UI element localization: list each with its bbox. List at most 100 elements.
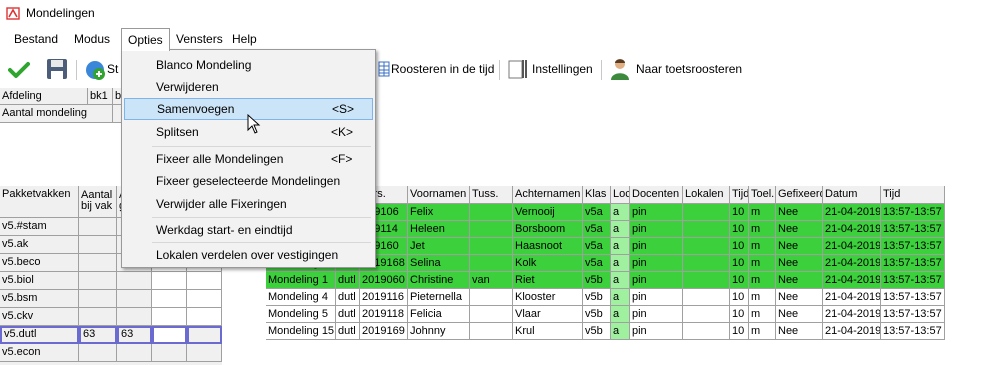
table-cell-datum[interactable]: 21-04-2019 <box>823 204 881 221</box>
table-cell-name[interactable]: Mondeling 4 <box>266 289 336 306</box>
table-cell-tijd[interactable]: 10 <box>730 306 749 323</box>
table-cell-doc[interactable]: pin <box>630 289 683 306</box>
table-cell-doc[interactable]: pin <box>630 272 683 289</box>
menu-opties[interactable]: Opties <box>121 28 170 51</box>
column-header[interactable]: Tijd <box>730 186 749 204</box>
table-cell-tijd[interactable]: 10 <box>730 323 749 340</box>
pakketvak-value-cell[interactable] <box>117 272 152 290</box>
pakketvak-value-cell[interactable] <box>79 254 117 272</box>
table-cell-toel[interactable]: m <box>749 272 776 289</box>
pakketvak-cell[interactable]: v5.bsm <box>0 290 79 308</box>
table-cell-lok[interactable] <box>683 289 730 306</box>
table-cell-lok[interactable] <box>683 272 730 289</box>
save-icon[interactable] <box>46 58 68 80</box>
table-cell-tijd2[interactable]: 13:57-13:57 <box>881 272 945 289</box>
pakketvak-cell[interactable]: v5.ak <box>0 236 79 254</box>
menu-werkdag[interactable]: Werkdag start- en eindtijd <box>124 219 373 241</box>
table-cell-lnr[interactable]: 2019060 <box>360 272 408 289</box>
table-cell-lnr[interactable]: 2019118 <box>360 306 408 323</box>
table-cell-tijd2[interactable]: 13:57-13:57 <box>881 255 945 272</box>
table-cell-fix[interactable]: Nee <box>776 221 823 238</box>
table-cell-loc[interactable]: a <box>611 289 630 306</box>
table-cell-loc[interactable]: a <box>611 204 630 221</box>
column-header[interactable]: Achternamen <box>513 186 583 204</box>
table-cell-datum[interactable]: 21-04-2019 <box>823 272 881 289</box>
pakketvak-value-cell[interactable] <box>152 308 187 326</box>
table-cell-tijd[interactable]: 10 <box>730 221 749 238</box>
table-cell-achternaam[interactable]: Vlaar <box>513 306 583 323</box>
table-cell-tuss[interactable] <box>470 323 513 340</box>
table-cell-fix[interactable]: Nee <box>776 289 823 306</box>
instellingen-button[interactable]: Instellingen <box>532 62 593 76</box>
table-cell-vak[interactable]: dutl <box>336 323 360 340</box>
menu-fixeer-alle[interactable]: Fixeer alle Mondelingen <F> <box>124 148 373 170</box>
table-cell-tuss[interactable]: van <box>470 272 513 289</box>
table-cell-toel[interactable]: m <box>749 306 776 323</box>
table-cell-voornaam[interactable]: Selina <box>408 255 470 272</box>
pakketvak-value-cell[interactable] <box>79 308 117 326</box>
table-cell-fix[interactable]: Nee <box>776 204 823 221</box>
table-cell-vak[interactable]: dutl <box>336 306 360 323</box>
table-cell-tijd[interactable]: 10 <box>730 238 749 255</box>
table-cell-loc[interactable]: a <box>611 221 630 238</box>
column-header[interactable]: Datum <box>823 186 881 204</box>
roosteren-button[interactable]: Roosteren in de tijd <box>391 62 494 76</box>
menu-verwijder-fixeringen[interactable]: Verwijder alle Fixeringen <box>124 193 373 215</box>
table-cell-lok[interactable] <box>683 306 730 323</box>
table-cell-loc[interactable]: a <box>611 272 630 289</box>
table-cell-achternaam[interactable]: Vernooij <box>513 204 583 221</box>
table-cell-fix[interactable]: Nee <box>776 255 823 272</box>
pakketvak-cell[interactable]: v5.#stam <box>0 218 79 236</box>
table-cell-toel[interactable]: m <box>749 221 776 238</box>
pakketvak-value-cell[interactable] <box>187 272 222 290</box>
column-header[interactable]: Docenten <box>630 186 683 204</box>
menu-bestand[interactable]: Bestand <box>8 28 64 50</box>
pakketvak-value-cell[interactable] <box>117 308 152 326</box>
table-cell-achternaam[interactable]: Klooster <box>513 289 583 306</box>
pakketvak-cell[interactable]: v5.beco <box>0 254 79 272</box>
column-header[interactable]: Lokalen <box>683 186 730 204</box>
menu-vensters[interactable]: Vensters <box>170 28 229 50</box>
table-cell-loc[interactable]: a <box>611 323 630 340</box>
table-cell-achternaam[interactable]: Haasnoot <box>513 238 583 255</box>
pakketvak-value-cell[interactable] <box>152 272 187 290</box>
table-cell-tijd[interactable]: 10 <box>730 204 749 221</box>
table-cell-doc[interactable]: pin <box>630 238 683 255</box>
table-cell-tuss[interactable] <box>470 204 513 221</box>
pakketvak-value-cell[interactable] <box>117 344 152 362</box>
pakketvak-cell[interactable]: v5.dutl <box>0 326 79 344</box>
table-cell-toel[interactable]: m <box>749 289 776 306</box>
table-cell-klas[interactable]: v5b <box>583 289 611 306</box>
table-cell-voornaam[interactable]: Heleen <box>408 221 470 238</box>
table-cell-lok[interactable] <box>683 238 730 255</box>
table-cell-datum[interactable]: 21-04-2019 <box>823 306 881 323</box>
table-cell-tuss[interactable] <box>470 255 513 272</box>
column-header[interactable]: Voornamen <box>408 186 470 204</box>
table-cell-toel[interactable]: m <box>749 323 776 340</box>
table-cell-voornaam[interactable]: Johnny <box>408 323 470 340</box>
table-cell-achternaam[interactable]: Riet <box>513 272 583 289</box>
column-header[interactable]: Tijd <box>881 186 945 204</box>
table-cell-fix[interactable]: Nee <box>776 272 823 289</box>
table-cell-doc[interactable]: pin <box>630 323 683 340</box>
table-cell-tijd2[interactable]: 13:57-13:57 <box>881 289 945 306</box>
pakketvak-value-cell[interactable] <box>79 344 117 362</box>
table-cell-tijd2[interactable]: 13:57-13:57 <box>881 323 945 340</box>
table-cell-toel[interactable]: m <box>749 255 776 272</box>
add-icon[interactable] <box>84 59 106 81</box>
table-cell-lok[interactable] <box>683 323 730 340</box>
pakketvak-value-cell[interactable] <box>187 290 222 308</box>
table-cell-fix[interactable]: Nee <box>776 306 823 323</box>
pakketvak-cell[interactable]: v5.ckv <box>0 308 79 326</box>
table-cell-datum[interactable]: 21-04-2019 <box>823 289 881 306</box>
table-cell-doc[interactable]: pin <box>630 221 683 238</box>
menu-lokalen-verdelen[interactable]: Lokalen verdelen over vestigingen <box>124 244 373 266</box>
table-cell-tuss[interactable] <box>470 306 513 323</box>
pakketvak-cell[interactable]: v5.econ <box>0 344 79 362</box>
table-cell-lok[interactable] <box>683 204 730 221</box>
table-cell-tijd2[interactable]: 13:57-13:57 <box>881 204 945 221</box>
table-cell-lnr[interactable]: 2019116 <box>360 289 408 306</box>
pakketvak-value-cell[interactable] <box>79 290 117 308</box>
pakketvak-value-cell[interactable] <box>79 272 117 290</box>
table-cell-tijd2[interactable]: 13:57-13:57 <box>881 238 945 255</box>
